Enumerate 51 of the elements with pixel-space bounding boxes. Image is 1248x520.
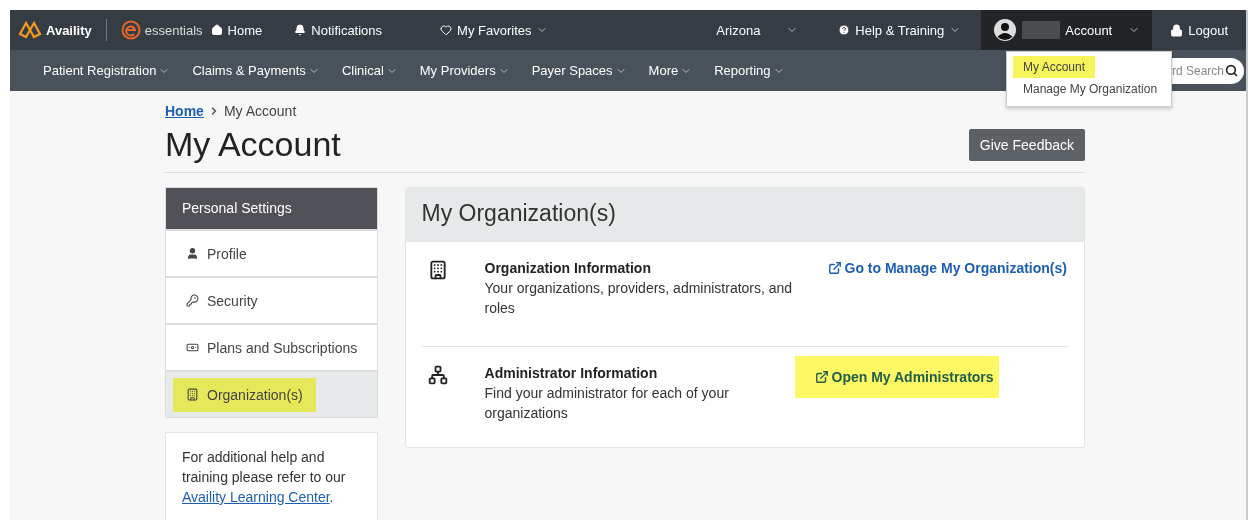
learning-center-link[interactable]: Availity Learning Center (182, 489, 330, 505)
product-name: essentials (144, 22, 203, 38)
sidebar-item[interactable]: Plans and Subscriptions (166, 323, 377, 370)
menu-tab[interactable]: Patient Registration (43, 63, 183, 78)
account-menu[interactable]: Account (981, 10, 1153, 50)
card-title: My Organization(s) (405, 188, 1084, 242)
section-title: Administrator Information (484, 365, 659, 381)
sidebar-item[interactable]: Profile (166, 229, 377, 276)
external-link[interactable]: Go to Manage My Organization(s) (827, 260, 1067, 276)
brand-name: Availity (46, 22, 92, 38)
nav-link[interactable]: Home (202, 10, 271, 50)
lock-icon (1170, 23, 1184, 37)
essentials-logo-icon (120, 20, 141, 40)
heart-icon (440, 24, 453, 36)
nav-link[interactable]: My Favorites (406, 10, 583, 50)
nav-link[interactable]: Notifications (270, 10, 407, 50)
bell-icon (294, 24, 307, 36)
menu-tab[interactable]: Claims & Payments (192, 63, 332, 78)
key-icon (186, 294, 199, 307)
menu-tab[interactable]: More (648, 63, 705, 78)
help-text: For additional help and training please refer to our Availity Learning Center. (182, 449, 346, 505)
breadcrumb-link[interactable]: Home (165, 103, 204, 119)
section-description: Your organizations, providers, administrators, and roles (484, 279, 794, 318)
help-menu[interactable]: Help & Training (818, 10, 982, 50)
availity-logo-icon (18, 20, 42, 40)
menu-heading: Personal Settings (166, 188, 377, 229)
section-description: Find your administrator for each of your organizations (484, 384, 730, 423)
home-icon (210, 24, 223, 36)
menu-tab[interactable]: Payer Spaces (531, 63, 639, 78)
building-icon (186, 388, 199, 401)
building-icon (427, 260, 448, 280)
help-icon (838, 24, 851, 36)
external-link-icon (827, 261, 842, 275)
external-link-icon (814, 370, 829, 384)
person-icon (186, 247, 199, 260)
avatar-icon (993, 18, 1018, 42)
menu-item[interactable]: My Account (1013, 56, 1096, 78)
logout-link[interactable]: Logout (1152, 10, 1246, 50)
feedback-button[interactable]: Give Feedback (968, 128, 1085, 161)
hierarchy-icon (427, 365, 448, 385)
region-dropdown[interactable]: Arizona (696, 10, 819, 50)
sidebar-item[interactable]: Security (166, 276, 377, 323)
search-icon (1225, 63, 1238, 77)
page-title: My Account (165, 125, 341, 164)
banknote-icon (186, 341, 199, 354)
section-title: Organization Information (484, 260, 652, 276)
external-link[interactable]: Open My Administrators (794, 356, 999, 398)
menu-tab[interactable]: My Providers (419, 63, 522, 78)
menu-tab[interactable]: Reporting (714, 63, 797, 78)
breadcrumb-current: My Account (223, 103, 297, 119)
menu-tab[interactable]: Clinical (341, 63, 410, 78)
